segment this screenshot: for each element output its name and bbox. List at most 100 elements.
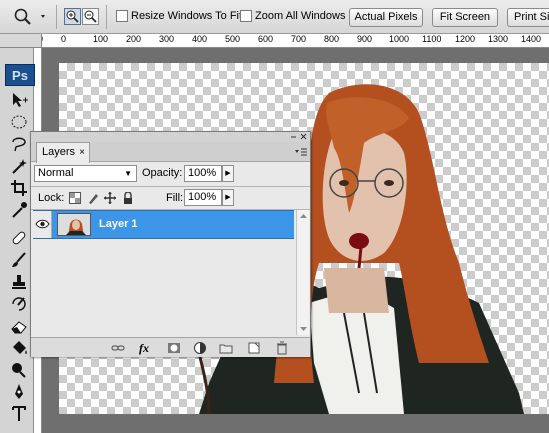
ruler-label: 500 [225, 34, 241, 44]
ruler-label: 1300 [488, 34, 509, 44]
layer-visibility-toggle[interactable] [33, 211, 52, 238]
tool-preset-picker[interactable] [10, 6, 50, 28]
paint-bucket-icon [13, 341, 27, 354]
eraser-tool[interactable] [9, 316, 29, 336]
zoom-out-button[interactable] [82, 8, 99, 25]
lock-position-icon[interactable] [104, 192, 116, 204]
ruler-origin[interactable] [0, 34, 42, 48]
layer-row[interactable]: Layer 1 [33, 210, 294, 239]
eye-icon [35, 219, 50, 229]
opacity-label: Opacity: [142, 167, 183, 179]
panel-menu-icon[interactable] [294, 146, 308, 158]
ruler-label: 100 [93, 34, 109, 44]
tab-layers[interactable]: Layers × [36, 142, 90, 163]
mask-icon [168, 343, 180, 353]
dodge-tool[interactable] [9, 360, 29, 380]
paint-bucket-tool[interactable] [9, 338, 29, 358]
brush-icon [12, 252, 26, 267]
layers-panel: Layers × Normal ▼ Opacity: 100% ▶ Lock: … [30, 131, 311, 357]
opacity-field[interactable]: 100% [184, 165, 222, 182]
history-brush-icon [12, 297, 26, 311]
lock-all-icon[interactable] [122, 192, 134, 204]
layers-panel-footer: fx [31, 337, 310, 357]
crop-icon [11, 180, 27, 196]
healing-brush-tool[interactable] [9, 228, 29, 248]
eyedropper-icon [12, 202, 27, 218]
pen-icon [15, 384, 23, 399]
ruler-label: 1000 [389, 34, 410, 44]
ruler-label: 1100 [422, 34, 442, 44]
resize-windows-checkbox[interactable] [116, 10, 128, 22]
eraser-icon [11, 321, 27, 334]
opacity-slider-toggle[interactable]: ▶ [222, 165, 234, 182]
lasso-tool[interactable] [9, 134, 29, 154]
zoom-in-button[interactable] [64, 8, 81, 25]
layer-style-button[interactable]: fx [139, 341, 157, 355]
marquee-tool[interactable] [9, 112, 29, 132]
ruler-label: 700 [291, 34, 307, 44]
link-layers-button[interactable] [111, 341, 125, 355]
delete-layer-button[interactable] [275, 341, 289, 355]
fit-screen-button[interactable]: Fit Screen [432, 8, 498, 27]
stamp-icon [12, 275, 26, 289]
lock-transparent-pixels-icon[interactable] [69, 192, 81, 204]
lock-image-pixels-icon[interactable] [87, 192, 99, 204]
print-size-button[interactable]: Print Si [507, 8, 549, 27]
magic-wand-tool[interactable] [9, 156, 29, 176]
fill-slider-toggle[interactable]: ▶ [222, 189, 234, 206]
move-tool[interactable] [9, 90, 29, 110]
eyedropper-tool[interactable] [9, 200, 29, 220]
layer-thumbnail-image [58, 214, 90, 235]
zoom-out-icon [84, 10, 97, 23]
chevron-down-icon: ▼ [124, 169, 132, 178]
elliptical-marquee-icon [11, 115, 27, 129]
link-icon [111, 345, 125, 351]
brush-tool[interactable] [9, 250, 29, 270]
move-tool-icon [13, 93, 28, 107]
bandage-icon [12, 231, 26, 245]
fill-field[interactable]: 100% [184, 189, 222, 206]
type-tool[interactable] [9, 404, 29, 424]
magic-wand-icon [12, 159, 27, 174]
clone-stamp-tool[interactable] [9, 272, 29, 292]
history-brush-tool[interactable] [9, 294, 29, 314]
panel-titlebar[interactable] [31, 132, 310, 142]
ruler-label: 600 [258, 34, 274, 44]
blend-mode-value: Normal [38, 167, 74, 179]
pen-tool[interactable] [9, 382, 29, 402]
layer-name[interactable]: Layer 1 [99, 218, 138, 230]
crop-tool[interactable] [9, 178, 29, 198]
adjustment-layer-icon [194, 342, 206, 354]
folder-icon [219, 344, 233, 354]
lasso-icon [12, 137, 26, 152]
zoom-all-windows-checkbox[interactable] [240, 10, 252, 22]
toolbox: Ps [0, 48, 35, 433]
tab-layers-label: Layers [42, 146, 76, 158]
scroll-up-icon [300, 214, 307, 218]
zoom-all-windows-label: Zoom All Windows [255, 10, 346, 22]
new-group-button[interactable] [219, 341, 233, 355]
layer-thumbnail[interactable] [57, 213, 91, 236]
new-layer-button[interactable] [247, 341, 261, 355]
zoom-in-icon [66, 10, 79, 23]
ruler-label: 800 [324, 34, 340, 44]
ruler-label: 100 [42, 34, 43, 44]
ruler-label: 0 [61, 34, 67, 44]
add-mask-button[interactable] [167, 341, 181, 355]
tab-close-icon[interactable]: × [79, 143, 85, 162]
photoshop-logo: Ps [5, 64, 35, 86]
lock-label: Lock: [38, 192, 65, 204]
actual-pixels-button[interactable]: Actual Pixels [349, 8, 423, 27]
new-adjustment-layer-button[interactable] [193, 341, 207, 355]
trash-icon [277, 341, 287, 355]
ruler-label: 400 [192, 34, 208, 44]
blend-mode-select[interactable]: Normal ▼ [34, 165, 137, 182]
zoom-tool-icon [14, 8, 45, 25]
ruler-label: 300 [159, 34, 175, 44]
ruler-label: 1400 [521, 34, 542, 44]
type-icon [12, 406, 26, 421]
options-bar: Resize Windows To Fit Zoom All Windows A… [0, 0, 549, 34]
layers-scrollbar[interactable] [296, 210, 309, 335]
ruler-label: 900 [357, 34, 373, 44]
close-icon [300, 133, 307, 140]
